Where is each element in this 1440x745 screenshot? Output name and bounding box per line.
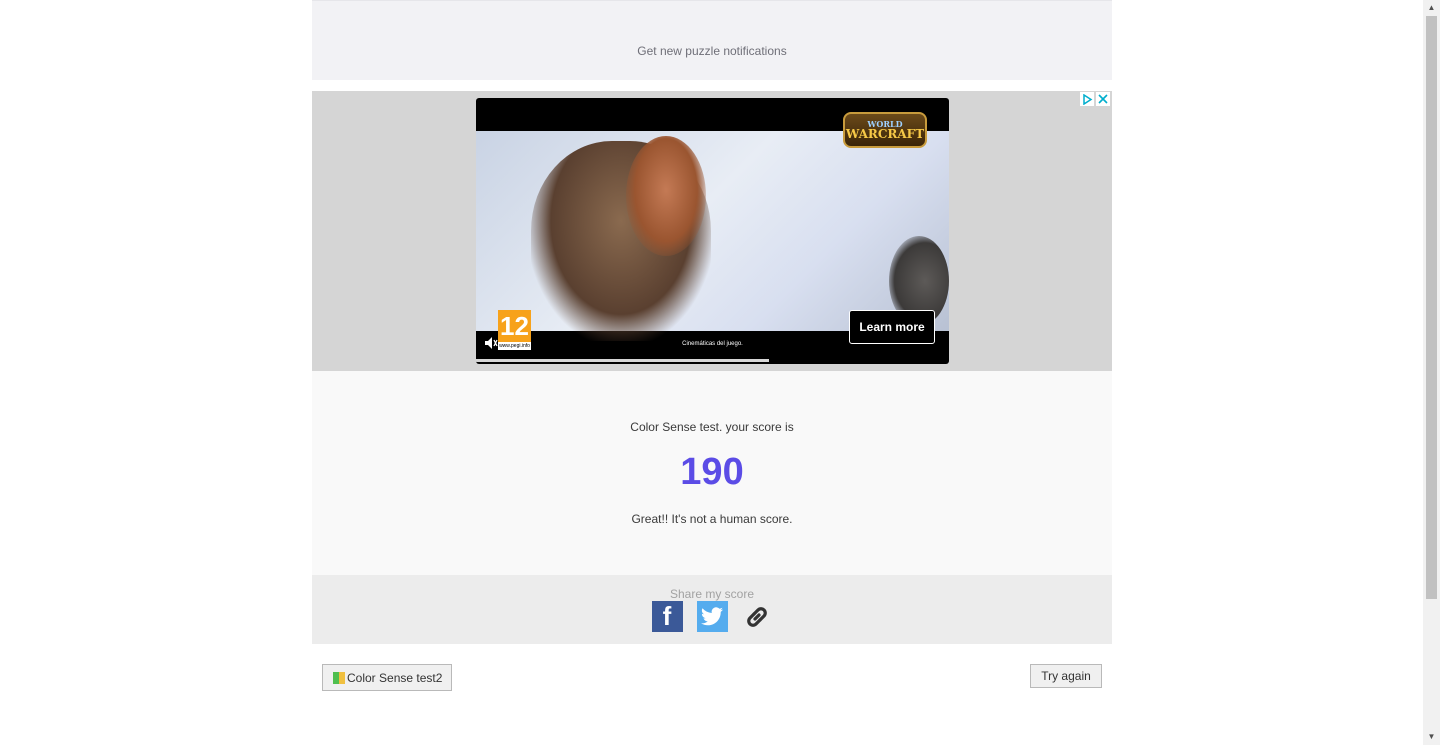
logo-line2: WARCRAFT: [845, 127, 925, 141]
learn-more-button[interactable]: Learn more: [849, 310, 935, 344]
color-swatch-icon: [333, 671, 345, 684]
color-sense-test2-button[interactable]: Color Sense test2: [322, 664, 452, 691]
scrollbar-thumb[interactable]: [1426, 16, 1437, 599]
share-panel: Share my score f: [312, 575, 1112, 644]
pegi-rating: 12: [500, 311, 529, 341]
dwarf-head: [626, 136, 706, 256]
score-panel: Color Sense test. your score is 190 Grea…: [312, 371, 1112, 575]
test2-label: Color Sense test2: [347, 670, 443, 685]
share-icons: f: [312, 601, 1112, 632]
notification-text[interactable]: Get new puzzle notifications: [637, 44, 786, 58]
score-comment: Great!! It's not a human score.: [631, 512, 793, 526]
scroll-down-arrow-icon[interactable]: ▼: [1423, 729, 1440, 745]
ad-banner[interactable]: WORLD WARCRAFT 12 www.pegi.info Cinemáti…: [312, 91, 1112, 371]
close-ad-icon[interactable]: [1096, 92, 1110, 106]
scroll-up-arrow-icon[interactable]: ▲: [1423, 0, 1440, 16]
ad-controls: [1080, 92, 1110, 106]
scrollbar[interactable]: ▲ ▼: [1423, 0, 1440, 745]
ad-video[interactable]: WORLD WARCRAFT 12 www.pegi.info Cinemáti…: [476, 98, 949, 364]
ad-progress-bar: [476, 359, 770, 362]
link-icon[interactable]: [742, 601, 773, 632]
score-value: 190: [680, 451, 744, 493]
score-intro: Color Sense test. your score is: [630, 420, 794, 434]
game-logo: WORLD WARCRAFT: [843, 112, 927, 148]
try-again-button[interactable]: Try again: [1030, 664, 1102, 688]
adchoices-icon[interactable]: [1080, 92, 1094, 106]
share-label: Share my score: [669, 587, 755, 601]
twitter-icon[interactable]: [696, 601, 728, 632]
notification-bar[interactable]: Get new puzzle notifications: [312, 0, 1112, 80]
ad-video-scene: [476, 131, 949, 341]
try-again-label: Try again: [1041, 669, 1091, 683]
page-container: Get new puzzle notifications WORLD WARCR…: [312, 0, 1112, 691]
facebook-icon[interactable]: f: [651, 601, 683, 632]
